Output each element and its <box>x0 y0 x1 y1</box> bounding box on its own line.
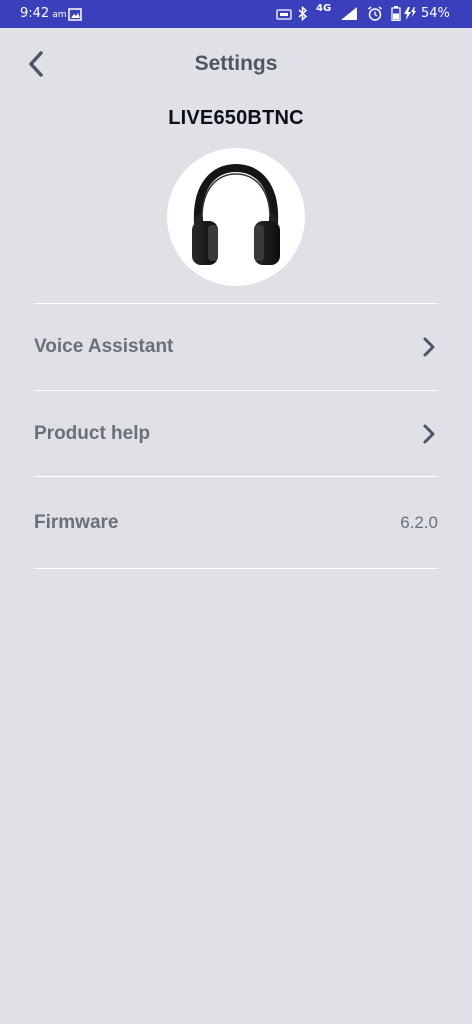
chevron-right-icon <box>422 424 436 444</box>
charging-bolt-icon <box>403 6 417 25</box>
firmware-version: 6.2.0 <box>400 513 438 532</box>
network-type: 4G <box>316 3 332 14</box>
hd-call-icon <box>276 6 292 25</box>
page-title: Settings <box>194 52 278 75</box>
status-time: 9:42 am <box>20 6 67 21</box>
firmware-row: Firmware 6.2.0 <box>34 477 438 569</box>
headphones-icon <box>192 163 280 265</box>
divider <box>34 568 438 569</box>
status-time-value: 9:42 <box>20 6 50 21</box>
alarm-icon <box>367 6 383 25</box>
firmware-label: Firmware <box>34 512 119 533</box>
bluetooth-icon <box>297 5 308 25</box>
battery-icon <box>391 6 401 25</box>
voice-assistant-label: Voice Assistant <box>34 336 174 357</box>
gallery-notification-icon <box>68 6 82 25</box>
status-time-ampm: am <box>52 10 67 20</box>
signal-strength-icon <box>340 6 358 25</box>
header: Settings <box>0 28 472 100</box>
battery-percent: 54% <box>421 6 450 21</box>
voice-assistant-row[interactable]: Voice Assistant <box>34 304 438 390</box>
device-name: LIVE650BTNC <box>168 107 304 129</box>
product-help-label: Product help <box>34 423 151 444</box>
product-image <box>167 148 305 286</box>
status-bar: 9:42 am 4G 54% <box>0 0 472 28</box>
chevron-right-icon <box>422 337 436 357</box>
product-help-row[interactable]: Product help <box>34 391 438 477</box>
